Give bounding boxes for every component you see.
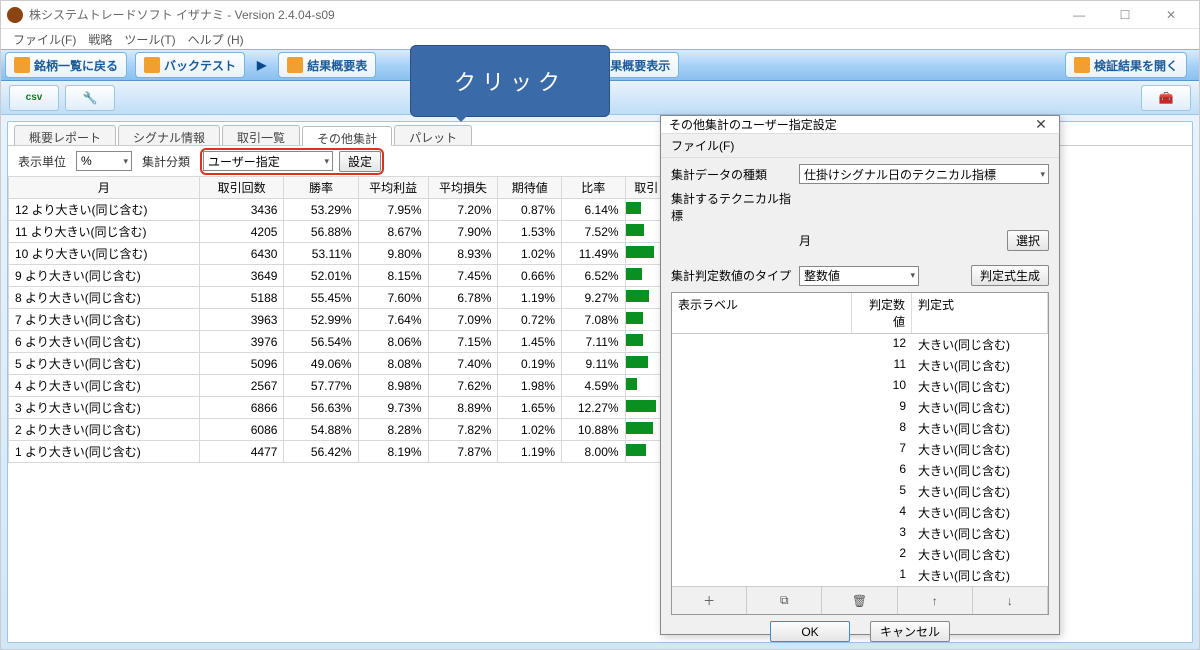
numtype-label: 集計判定数値のタイプ (671, 267, 791, 284)
list-item[interactable]: 1大きい(同じ含む) (672, 565, 1048, 586)
type-label: 集計データの種類 (671, 166, 791, 183)
result-table: 月 取引回数 勝率 平均利益 平均損失 期待値 比率 取引 12 より大きい(同… (8, 176, 668, 463)
dialog-close-button[interactable]: ✕ (1031, 116, 1051, 133)
delete-button[interactable]: 🗑 (822, 587, 897, 614)
misc-button[interactable]: 🧰 (1141, 85, 1191, 111)
dialog-titlebar: その他集計のユーザー指定設定 ✕ (661, 116, 1059, 134)
dialog-title: その他集計のユーザー指定設定 (669, 116, 1031, 133)
tab-trades[interactable]: 取引一覧 (222, 125, 300, 145)
folder-icon (1074, 57, 1090, 73)
select-indicator-button[interactable]: 選択 (1007, 230, 1049, 251)
settings-button[interactable]: 設定 (339, 151, 381, 172)
tab-other[interactable]: その他集計 (302, 126, 392, 146)
type-select[interactable]: 仕掛けシグナル日のテクニカル指標 (799, 164, 1049, 184)
list-col-label[interactable]: 表示ラベル (672, 293, 852, 333)
backtest-button[interactable]: バックテスト (135, 52, 245, 78)
window-title: 株システムトレードソフト イザナミ - Version 2.4.04-s09 (29, 6, 1057, 23)
csv-icon: csv (26, 92, 43, 103)
table-row[interactable]: 7 より大きい(同じ含む)396352.99%7.64%7.09%0.72%7.… (9, 309, 668, 331)
tab-report[interactable]: 概要レポート (14, 125, 116, 145)
list-item[interactable]: 3大きい(同じ含む) (672, 523, 1048, 544)
table-row[interactable]: 11 より大きい(同じ含む)420556.88%8.67%7.90%1.53%7… (9, 221, 668, 243)
list-item[interactable]: 5大きい(同じ含む) (672, 481, 1048, 502)
indicator-value: 月 (799, 232, 999, 249)
moveup-button[interactable]: ↑ (898, 587, 973, 614)
indicator-label: 集計するテクニカル指標 (671, 190, 791, 224)
minimize-button[interactable]: ― (1057, 3, 1101, 27)
back-to-list-button[interactable]: 銘柄一覧に戻る (5, 52, 127, 78)
table-row[interactable]: 1 より大きい(同じ含む)447756.42%8.19%7.87%1.19%8.… (9, 441, 668, 463)
list-col-value[interactable]: 判定数値 (852, 293, 912, 333)
criteria-list: 表示ラベル 判定数値 判定式 12大きい(同じ含む)11大きい(同じ含む)10大… (671, 292, 1049, 615)
user-settings-dialog: その他集計のユーザー指定設定 ✕ ファイル(F) 集計データの種類 仕掛けシグナ… (660, 115, 1060, 635)
tools-button[interactable]: 🔧 (65, 85, 115, 111)
table-row[interactable]: 9 より大きい(同じ含む)364952.01%8.15%7.45%0.66%6.… (9, 265, 668, 287)
list-item[interactable]: 12大きい(同じ含む) (672, 334, 1048, 355)
ok-button[interactable]: OK (770, 621, 850, 642)
table-row[interactable]: 10 より大きい(同じ含む)643053.11%9.80%8.93%1.02%1… (9, 243, 668, 265)
shield-icon (144, 57, 160, 73)
maximize-button[interactable]: ☐ (1103, 3, 1147, 27)
unit-label: 表示単位 (18, 153, 66, 170)
list-item[interactable]: 7大きい(同じ含む) (672, 439, 1048, 460)
menu-help[interactable]: ヘルプ (H) (184, 31, 248, 47)
table-row[interactable]: 8 より大きい(同じ含む)518855.45%7.60%6.78%1.19%9.… (9, 287, 668, 309)
menu-strategy[interactable]: 戦略 (84, 31, 116, 47)
list-item[interactable]: 6大きい(同じ含む) (672, 460, 1048, 481)
dialog-menu-file[interactable]: ファイル(F) (671, 139, 734, 153)
add-button[interactable]: ＋ (672, 587, 747, 614)
list-item[interactable]: 10大きい(同じ含む) (672, 376, 1048, 397)
group-label: 集計分類 (142, 153, 190, 170)
col-avgloss[interactable]: 平均損失 (428, 177, 498, 199)
table-row[interactable]: 12 より大きい(同じ含む)343653.29%7.95%7.20%0.87%6… (9, 199, 668, 221)
list-col-formula[interactable]: 判定式 (912, 293, 1048, 333)
open-results-button[interactable]: 検証結果を開く (1065, 52, 1187, 78)
list-item[interactable]: 8大きい(同じ含む) (672, 418, 1048, 439)
list-icon (14, 57, 30, 73)
movedown-button[interactable]: ↓ (973, 587, 1048, 614)
col-month[interactable]: 月 (9, 177, 200, 199)
tab-signal[interactable]: シグナル情報 (118, 125, 220, 145)
table-row[interactable]: 2 より大きい(同じ含む)608654.88%8.28%7.82%1.02%10… (9, 419, 668, 441)
dialog-menu: ファイル(F) (661, 134, 1059, 158)
book-icon (287, 57, 303, 73)
highlighted-controls: ユーザー指定 設定 (200, 148, 384, 175)
unit-select[interactable]: % (76, 151, 132, 171)
titlebar: 株システムトレードソフト イザナミ - Version 2.4.04-s09 ―… (1, 1, 1199, 29)
table-row[interactable]: 4 より大きい(同じ含む)256757.77%8.98%7.62%1.98%4.… (9, 375, 668, 397)
dialog-footer: OK キャンセル (661, 621, 1059, 642)
numtype-select[interactable]: 整数値 (799, 266, 919, 286)
table-row[interactable]: 3 より大きい(同じ含む)686656.63%9.73%8.89%1.65%12… (9, 397, 668, 419)
list-item[interactable]: 2大きい(同じ含む) (672, 544, 1048, 565)
csv-export-button[interactable]: csv (9, 85, 59, 111)
click-callout: クリック (410, 45, 610, 117)
summary-button-1[interactable]: 結果概要表 (278, 52, 376, 78)
menu-tool[interactable]: ツール(T) (120, 31, 179, 47)
list-item[interactable]: 9大きい(同じ含む) (672, 397, 1048, 418)
menu-file[interactable]: ファイル(F) (9, 31, 80, 47)
copy-button[interactable]: ⧉ (747, 587, 822, 614)
close-button[interactable]: ✕ (1149, 3, 1193, 27)
col-ratio[interactable]: 比率 (562, 177, 626, 199)
table-row[interactable]: 6 より大きい(同じ含む)397656.54%8.06%7.15%1.45%7.… (9, 331, 668, 353)
cancel-button[interactable]: キャンセル (870, 621, 950, 642)
play-button[interactable]: ▶ (253, 52, 270, 78)
col-count[interactable]: 取引回数 (199, 177, 284, 199)
dialog-body: 集計データの種類 仕掛けシグナル日のテクニカル指標 集計するテクニカル指標 月 … (661, 158, 1059, 621)
list-item[interactable]: 4大きい(同じ含む) (672, 502, 1048, 523)
col-winrate[interactable]: 勝率 (284, 177, 358, 199)
list-item[interactable]: 11大きい(同じ含む) (672, 355, 1048, 376)
col-expect[interactable]: 期待値 (498, 177, 562, 199)
group-select[interactable]: ユーザー指定 (203, 151, 333, 171)
list-toolbar: ＋ ⧉ 🗑 ↑ ↓ (672, 586, 1048, 614)
app-icon (7, 7, 23, 23)
misc-icon: 🧰 (1159, 91, 1174, 105)
wrench-icon: 🔧 (83, 91, 98, 105)
table-row[interactable]: 5 より大きい(同じ含む)509649.06%8.08%7.40%0.19%9.… (9, 353, 668, 375)
generate-button[interactable]: 判定式生成 (971, 265, 1049, 286)
col-avgprofit[interactable]: 平均利益 (358, 177, 428, 199)
